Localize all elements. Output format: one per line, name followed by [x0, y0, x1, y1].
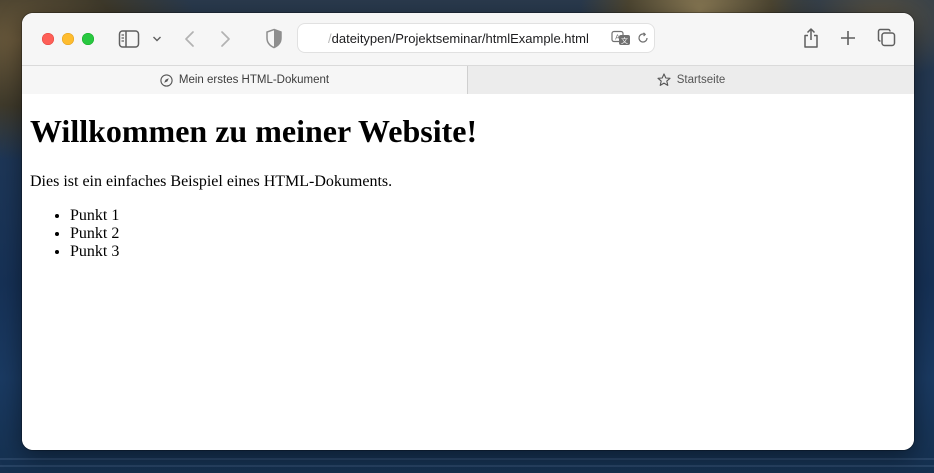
tab-startseite[interactable]: Startseite [468, 66, 914, 94]
list-item: Punkt 3 [70, 243, 119, 261]
reload-icon[interactable] [637, 32, 649, 44]
translate-icon[interactable]: A 文 [611, 30, 631, 46]
plus-icon[interactable] [840, 30, 856, 46]
browser-toolbar: /dateitypen/Projektseminar/htmlExample.h… [22, 13, 914, 65]
svg-text:文: 文 [621, 36, 628, 45]
share-icon[interactable] [802, 27, 820, 49]
web-page-content: Willkommen zu meiner Website! Dies ist e… [22, 94, 914, 450]
tabs-overview-icon[interactable] [877, 28, 896, 47]
list-item: Punkt 1 [70, 207, 119, 225]
star-icon [657, 73, 671, 86]
chevron-left-icon[interactable] [183, 29, 197, 49]
browser-window: /dateitypen/Projektseminar/htmlExample.h… [22, 13, 914, 450]
page-heading: Willkommen zu meiner Website! [30, 113, 478, 149]
sidebar-icon[interactable] [118, 29, 140, 49]
shield-icon[interactable] [265, 28, 283, 49]
tab-bar: Mein erstes HTML-Dokument Startseite [22, 65, 914, 95]
url-text[interactable]: /dateitypen/Projektseminar/htmlExample.h… [328, 31, 589, 46]
compass-icon [160, 73, 173, 87]
tab-label: Startseite [676, 74, 726, 86]
chevron-right-icon[interactable] [218, 29, 232, 49]
list-item: Punkt 2 [70, 225, 119, 243]
tab-label: Mein erstes HTML-Dokument [178, 74, 330, 86]
maximize-window-button[interactable] [82, 33, 94, 45]
page-paragraph: Dies ist ein einfaches Beispiel eines HT… [30, 173, 393, 190]
tab-mein-erstes-html-dokument[interactable]: Mein erstes HTML-Dokument [22, 66, 468, 94]
minimize-window-button[interactable] [62, 33, 74, 45]
bullet-list: Punkt 1 Punkt 2 Punkt 3 [30, 207, 119, 261]
chevron-down-icon[interactable] [152, 35, 162, 43]
address-bar[interactable]: /dateitypen/Projektseminar/htmlExample.h… [298, 24, 654, 52]
close-window-button[interactable] [42, 33, 54, 45]
